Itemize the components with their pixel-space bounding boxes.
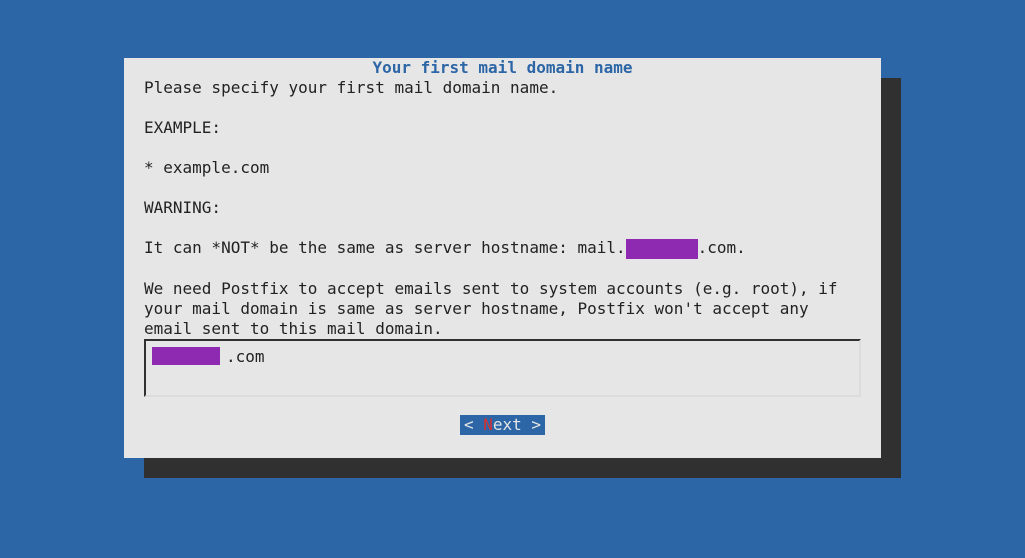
- warning-label: WARNING:: [144, 198, 221, 217]
- dialog-body: Please specify your first mail domain na…: [124, 78, 881, 339]
- intro-line: Please specify your first mail domain na…: [144, 78, 558, 97]
- example-value: * example.com: [144, 158, 269, 177]
- dialog-title: Your first mail domain name: [124, 58, 881, 78]
- info-line-3: email sent to this mail domain.: [144, 319, 443, 338]
- next-hotkey: N: [483, 415, 493, 434]
- redaction-block: [626, 239, 698, 259]
- button-bar: < Next >: [124, 415, 881, 435]
- info-line-2: your mail domain is same as server hostn…: [144, 299, 809, 318]
- example-label: EXAMPLE:: [144, 118, 221, 137]
- domain-input[interactable]: .com: [144, 339, 861, 397]
- redaction-block-input: [152, 347, 220, 365]
- info-line-1: We need Postfix to accept emails sent to…: [144, 279, 838, 298]
- config-dialog: Your first mail domain name Please speci…: [124, 58, 881, 458]
- next-button[interactable]: < Next >: [460, 415, 545, 435]
- warning-line: It can *NOT* be the same as server hostn…: [144, 238, 746, 257]
- input-value-wrap: .com: [156, 347, 265, 367]
